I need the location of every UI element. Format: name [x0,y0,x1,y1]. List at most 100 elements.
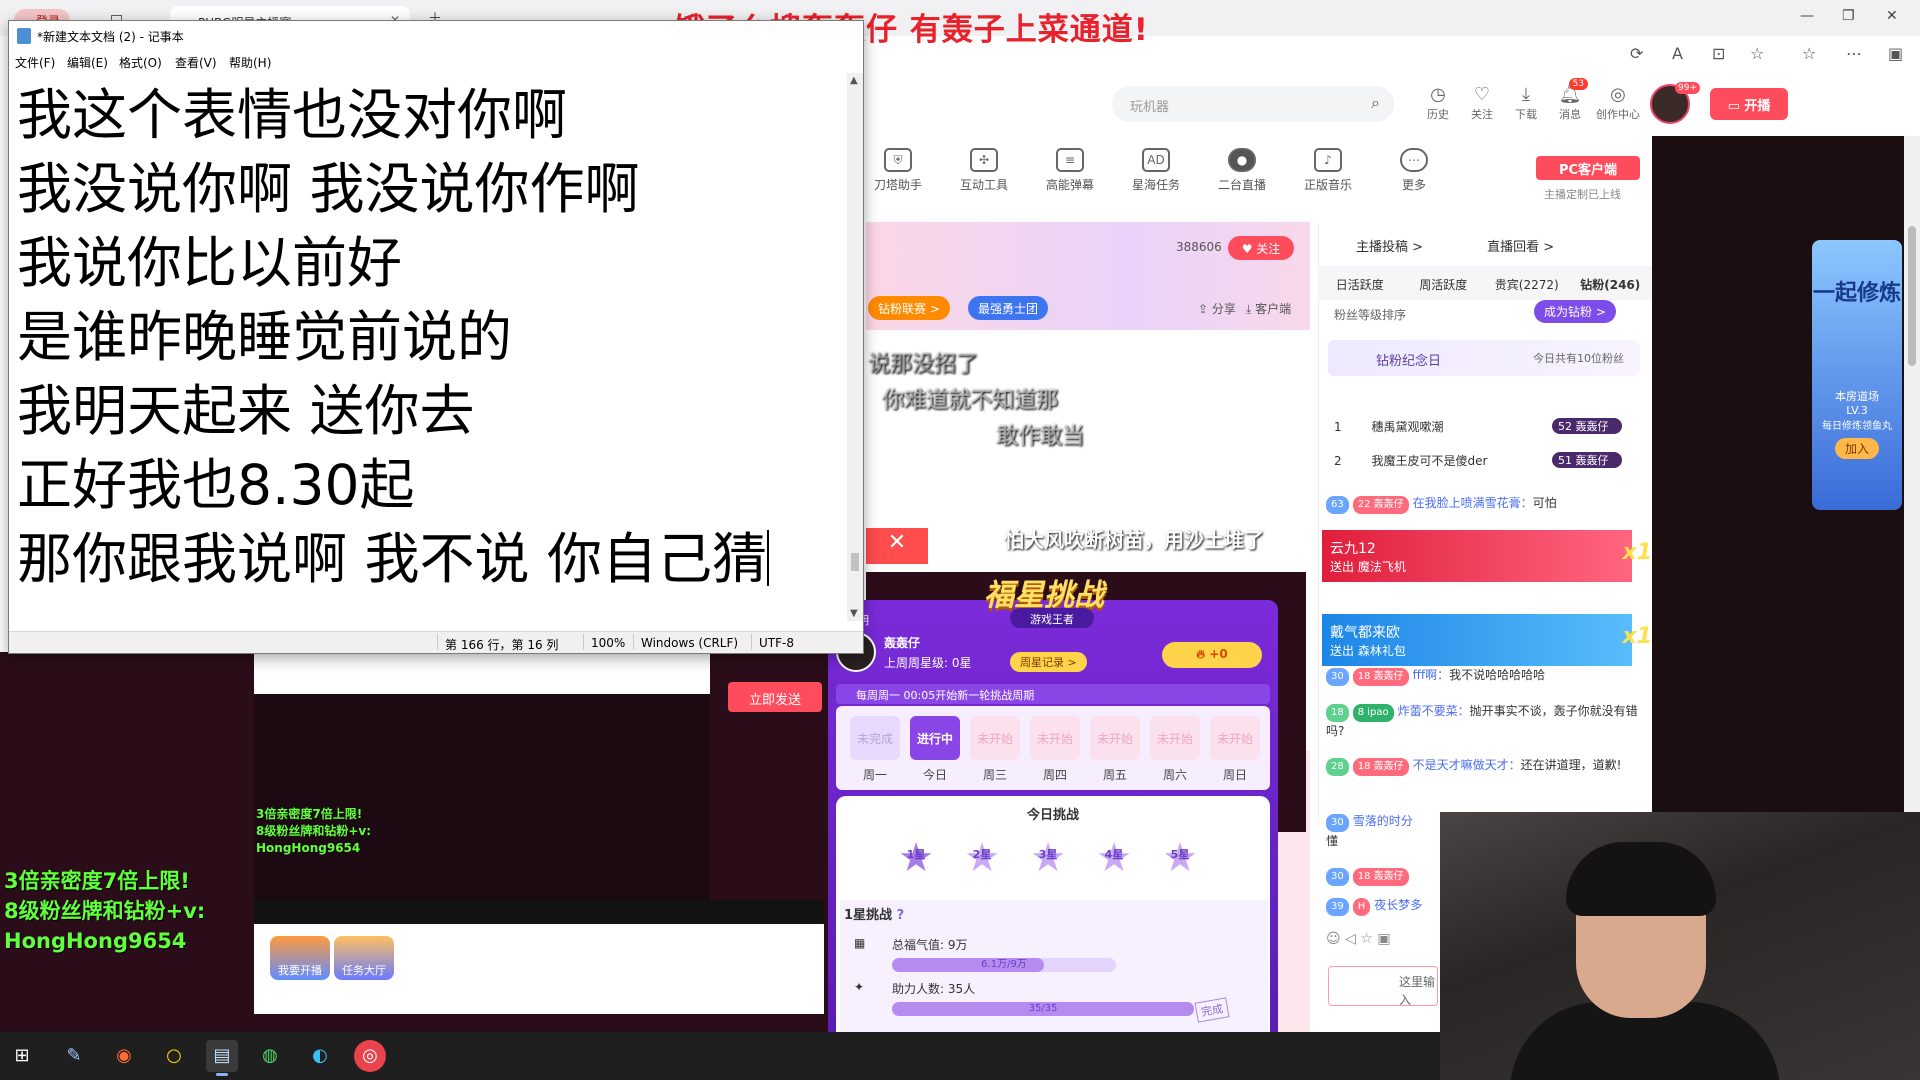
pc-client-button[interactable]: PC客户端 [1536,156,1640,180]
chat-username[interactable]: 不是天才嘛做天才： [1413,758,1521,772]
browser-icon[interactable]: ◉ [108,1040,140,1072]
chat-username[interactable]: 在我脸上喷满雪花膏： [1413,496,1533,510]
menu-help[interactable]: 帮助(H) [229,54,271,71]
join-button[interactable]: 加入 [1834,438,1879,459]
start-stream-button[interactable]: ▭ 开播 [1710,88,1788,120]
header-creator[interactable]: ◎ 创作中心 [1592,84,1644,122]
menu-view[interactable]: 查看(V) [175,54,217,71]
speaker-icon[interactable]: ◁ [1345,931,1356,947]
client-button[interactable]: ⤓ 客户端 [1236,296,1301,320]
help-icon[interactable]: ? [897,908,905,923]
tool-interactive[interactable]: ✣ 互动工具 [944,148,1024,193]
diamond-league-pill[interactable]: 钻粉联赛 > [868,296,950,320]
notepad-icon[interactable]: ▤ [206,1040,238,1076]
emoji-icon[interactable]: ☺ [1326,931,1341,947]
notepad-text-area[interactable]: 我这个表情也没对你啊 我没说你啊 我没说你作啊 我说你比以前好 是谁昨晚睡觉前说… [9,73,847,621]
brave-group-pill[interactable]: 最强勇士团 [968,296,1049,320]
close-window-icon[interactable]: ✕ [1886,8,1898,24]
restore-icon[interactable]: ❐ [1842,8,1855,24]
day-item[interactable]: 未开始 周六 [1150,716,1200,783]
scrollbar-thumb[interactable] [851,553,859,571]
favorites-list-icon[interactable]: ☆ [1802,44,1816,63]
header-download[interactable]: ⤓ 下载 [1504,84,1548,122]
screenshot-icon[interactable]: ⊡ [1712,44,1725,63]
scroll-down-icon[interactable]: ▼ [850,608,858,619]
read-aloud-icon[interactable]: A [1672,44,1683,63]
day-item[interactable]: 未开始 周四 [1030,716,1080,783]
user-avatar[interactable]: 99+ [1650,82,1700,124]
header-message[interactable]: 🔔︎ 53 消息 [1548,78,1592,122]
task-hall-dock-button[interactable]: 任务大厅 [334,936,394,980]
start-stream-dock-button[interactable]: 我要开播 [270,936,330,980]
day-item[interactable]: 未完成 周一 [850,716,900,783]
minimize-icon[interactable]: — [1800,8,1814,24]
become-diamond-fan-button[interactable]: 成为钻粉 > [1534,300,1616,323]
tab-daily-active[interactable]: 日活跃度 [1318,266,1402,300]
star-label: 5星 [1170,848,1190,861]
gift-banner: 戴气都来欧 送出 森林礼包 x1 [1322,614,1652,666]
day-item[interactable]: 进行中 今日 [910,716,960,783]
text-line-last: 那你跟我说啊 我不说 你自己猜 [17,522,769,596]
tool-danmaku[interactable]: ≡ 高能弹幕 [1030,148,1110,193]
notepad-scrollbar[interactable]: ▲ ▼ [847,73,863,621]
tab-replays[interactable]: 直播回看 > [1487,240,1554,255]
send-now-button[interactable]: 立即发送 [728,682,822,712]
chat-input[interactable]: 这里输入 [1328,966,1438,1007]
star-level-1[interactable]: ★ 1星 [894,836,938,880]
tab-vip[interactable]: 贵宾(2272) [1485,266,1569,300]
tab-weekly-active[interactable]: 周活跃度 [1402,266,1486,300]
fan-rank-row: 1 穗禹黛观嗽潮 52 轰轰仔 [1334,418,1622,435]
day-item[interactable]: 未开始 周五 [1090,716,1140,783]
menu-format[interactable]: 格式(O) [119,54,162,71]
search-input[interactable]: 玩机器 ⌕ [1112,86,1394,122]
tab-diamond-fans[interactable]: 钻粉(246) [1569,266,1653,300]
close-overlay-button[interactable]: ✕ [866,528,928,564]
sidebar-icon[interactable]: ▣ [1888,44,1903,63]
favorite-icon[interactable]: ☆ [1750,44,1764,63]
follow-button[interactable]: ♥ 关注 [1228,236,1294,260]
more-icon[interactable]: ⋯ [1846,44,1862,63]
chat-toolbar: ☺ ◁ ☆ ▣ [1326,930,1446,948]
chat-username[interactable]: 炸蕾不要菜： [1398,704,1470,718]
wechat-icon[interactable]: ◍ [254,1040,286,1072]
star-record-button[interactable]: 周星记录 > [1010,652,1087,672]
header-history[interactable]: ◷ 历史 [1416,84,1460,122]
tool-star-task[interactable]: AD 星海任务 [1116,148,1196,193]
app-icon[interactable]: ✎ [58,1040,90,1072]
fan-sort-label[interactable]: 粉丝等级排序 [1334,306,1406,323]
gift-icon[interactable]: ▣ [1377,931,1390,947]
star-level-5[interactable]: ★ 5星 [1158,836,1202,880]
star-level-4[interactable]: ★ 4星 [1092,836,1136,880]
netease-icon[interactable]: ◎ [354,1040,386,1072]
menu-edit[interactable]: 编辑(E) [67,54,108,71]
day-item[interactable]: 未开始 周日 [1210,716,1260,783]
fan-badge: 18 轰轰仔 [1352,868,1409,886]
windows-start-icon[interactable]: ⊞ [6,1040,38,1072]
tool-dota-helper[interactable]: ⛨ 刀塔助手 [858,148,938,193]
fan-badge: 8 ipao [1352,704,1394,722]
circle-app-icon[interactable]: ○ [158,1040,190,1072]
text-line: 我明天起来 送你去 [17,379,475,443]
notepad-window[interactable]: *新建文本文档 (2) - 记事本 文件(F) 编辑(E) 格式(O) 查看(V… [8,20,864,654]
day-item[interactable]: 未开始 周三 [970,716,1020,783]
menu-file[interactable]: 文件(F) [15,54,55,71]
scrollbar-thumb[interactable] [1908,226,1916,366]
star-level-3[interactable]: ★ 3星 [1026,836,1070,880]
search-icon[interactable]: ⌕ [1371,93,1380,113]
edge-icon[interactable]: ◐ [304,1040,336,1072]
header-follow[interactable]: ♡ 关注 [1460,84,1504,122]
cultivate-promo-card[interactable]: 一起修炼 本房道场 LV.3 每日修炼领鱼丸 加入 [1812,240,1902,510]
star-level-2[interactable]: ★ 2星 [960,836,1004,880]
chat-username[interactable]: fff啊： [1413,668,1450,682]
chat-username[interactable]: 夜长梦多 [1374,898,1422,912]
star-icon[interactable]: ☆ [1360,931,1373,947]
refresh-icon[interactable]: ⟳ [1630,44,1643,63]
tool-second-stream[interactable]: ● 二台直播 [1202,148,1282,193]
chat-username[interactable]: 雪落的时分 [1353,814,1413,828]
notepad-title-bar[interactable]: *新建文本文档 (2) - 记事本 [9,21,863,51]
tab-submissions[interactable]: 主播投稿 > [1356,240,1423,255]
tool-more[interactable]: ⋯ 更多 [1374,148,1454,193]
scroll-up-icon[interactable]: ▲ [850,75,858,86]
day-state: 未开始 [1210,716,1260,760]
tool-music[interactable]: ♪ 正版音乐 [1288,148,1368,193]
